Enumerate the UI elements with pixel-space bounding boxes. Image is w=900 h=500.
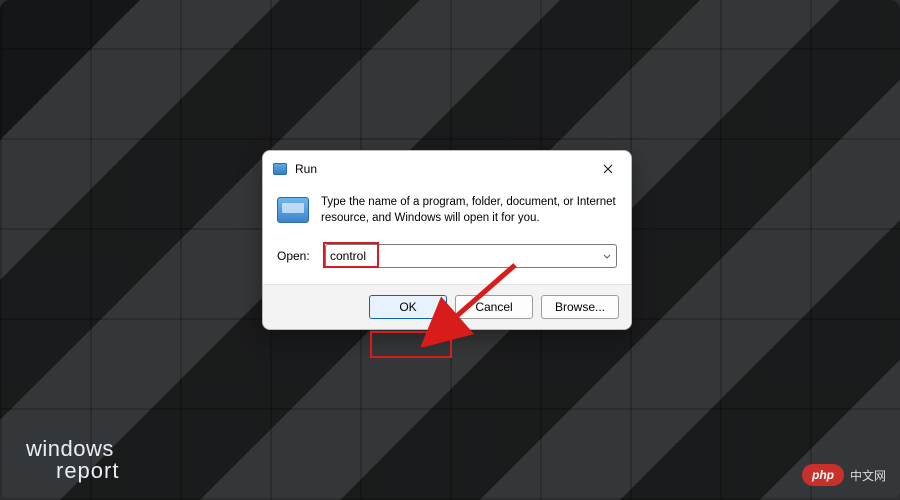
dialog-title: Run [295,162,595,176]
open-row: Open: [263,240,631,284]
close-icon [603,164,613,174]
watermark-windows-report: windows report [26,438,119,482]
run-dialog: Run Type the name of a program, folder, … [262,150,632,330]
cancel-button[interactable]: Cancel [455,295,533,319]
open-input[interactable] [325,244,617,268]
watermark-line1: windows [26,438,119,460]
open-combobox[interactable] [325,244,617,268]
titlebar: Run [263,151,631,185]
watermark-php: php 中文网 [802,464,886,486]
run-app-icon [273,163,287,175]
button-bar: OK Cancel Browse... [263,284,631,329]
watermark-text: 中文网 [850,467,886,484]
dialog-body: Type the name of a program, folder, docu… [263,185,631,240]
watermark-badge: php [802,464,844,486]
run-large-icon [277,197,309,223]
dialog-description: Type the name of a program, folder, docu… [321,195,617,226]
ok-button[interactable]: OK [369,295,447,319]
watermark-line2: report [56,460,119,482]
browse-button[interactable]: Browse... [541,295,619,319]
close-button[interactable] [595,159,621,179]
open-label: Open: [277,249,315,263]
